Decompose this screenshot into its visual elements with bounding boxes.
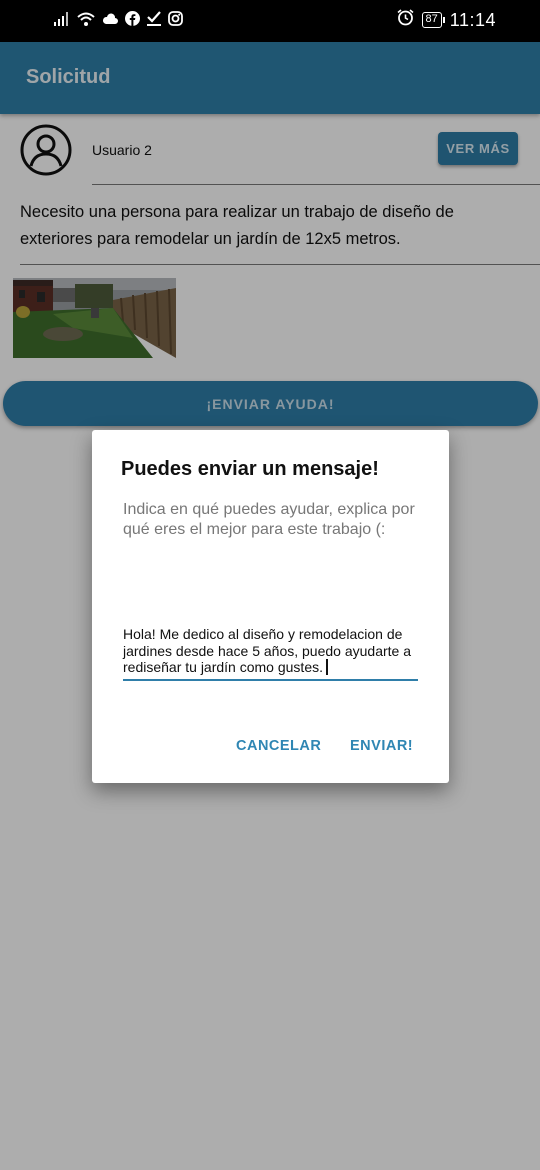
check-download-icon (147, 11, 161, 31)
status-bar: 87 11:14 (0, 0, 540, 42)
text-caret (326, 659, 328, 675)
facebook-icon (125, 11, 140, 31)
wifi-icon (77, 12, 95, 31)
signal-icon (54, 11, 70, 31)
dialog-title: Puedes enviar un mensaje! (121, 458, 379, 480)
send-button[interactable]: ENVIAR! (350, 738, 413, 754)
status-right-icons: 87 11:14 (397, 9, 496, 31)
status-left-icons (54, 11, 183, 31)
dialog-hint: Indica en qué puedes ayudar, explica por… (123, 501, 415, 538)
alarm-icon (397, 9, 414, 31)
message-input[interactable]: Hola! Me dedico al diseño y remodelacion… (123, 626, 418, 681)
cloud-icon (102, 12, 118, 30)
message-dialog: Puedes enviar un mensaje! Indica en qué … (92, 430, 449, 783)
battery-indicator: 87 (421, 12, 446, 28)
instagram-icon (168, 11, 183, 31)
cancel-button[interactable]: CANCELAR (236, 738, 321, 754)
message-input-text: Hola! Me dedico al diseño y remodelacion… (123, 626, 411, 675)
clock: 11:14 (449, 9, 496, 30)
